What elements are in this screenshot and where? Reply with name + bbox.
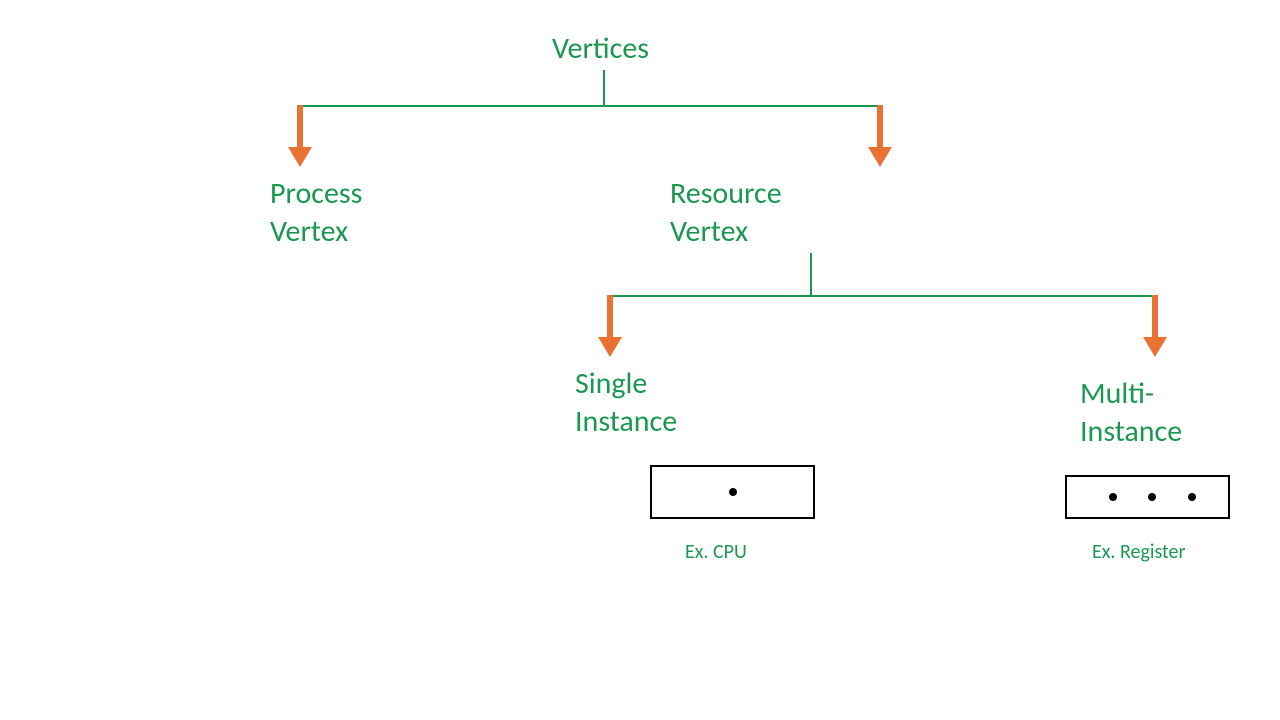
single-instance-label: Single Instance <box>575 365 677 440</box>
arrow-to-multi <box>1152 295 1158 341</box>
resource-vertex-label: Resource Vertex <box>670 175 782 250</box>
process-line2: Vertex <box>270 213 348 250</box>
single-line1: Single <box>575 365 647 402</box>
arrow-to-process <box>297 105 303 151</box>
hline-level2 <box>610 295 1155 297</box>
resource-line2: Vertex <box>670 213 748 250</box>
dot-icon <box>1148 493 1156 501</box>
multi-line1: Multi- <box>1080 375 1154 412</box>
single-instance-box <box>650 465 815 519</box>
multi-example: Ex. Register <box>1092 540 1185 564</box>
single-example: Ex. CPU <box>685 540 747 564</box>
multi-instance-label: Multi- Instance <box>1080 375 1182 450</box>
stem-resource <box>810 253 812 295</box>
arrow-to-resource <box>877 105 883 151</box>
arrow-to-single <box>607 295 613 341</box>
multi-instance-box <box>1065 475 1230 519</box>
root-label: Vertices <box>552 30 649 68</box>
process-vertex-label: Process Vertex <box>270 175 362 250</box>
dot-icon <box>729 488 737 496</box>
dot-icon <box>1109 493 1117 501</box>
hline-level1 <box>300 105 880 107</box>
stem-root <box>603 70 605 105</box>
resource-line1: Resource <box>670 175 782 212</box>
dot-icon <box>1188 493 1196 501</box>
process-line1: Process <box>270 175 362 212</box>
multi-line2: Instance <box>1080 413 1182 450</box>
single-line2: Instance <box>575 403 677 440</box>
